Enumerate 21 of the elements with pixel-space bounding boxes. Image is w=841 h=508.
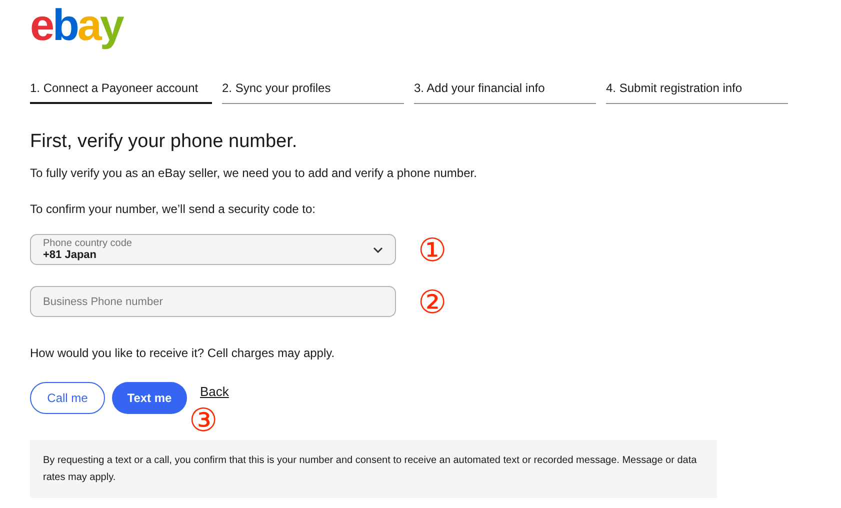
back-link[interactable]: Back xyxy=(200,382,229,402)
step-tab[interactable]: 1. Connect a Payoneer account xyxy=(30,78,212,104)
circled-number-annotation: ③ xyxy=(189,404,218,436)
step-tab[interactable]: 4. Submit registration info xyxy=(606,78,788,104)
confirm-text: To confirm your number, we’ll send a security code to: xyxy=(30,200,316,218)
consent-notice: By requesting a text or a call, you confirm that this is your number and consent to receive an automated text or recorded message. Message or data rates may apply. xyxy=(30,440,717,498)
circled-number-annotation: ② xyxy=(418,286,447,318)
text-button[interactable]: Text me xyxy=(112,382,187,414)
step-tab[interactable]: 2. Sync your profiles xyxy=(222,78,404,104)
field-label: Phone country code xyxy=(43,238,132,249)
receive-text: How would you like to receive it? Cell charges may apply. xyxy=(30,344,336,362)
intro-text: To fully verify you as an eBay seller, we need you to add and verify a phone number. xyxy=(30,164,478,182)
circled-number-annotation: ① xyxy=(418,234,447,266)
logo[interactable]: ebay xyxy=(30,0,126,53)
selected-value: +81 Japan xyxy=(43,250,98,261)
page-heading: First, verify your phone number. xyxy=(30,130,298,154)
call-button[interactable]: Call me xyxy=(30,382,105,414)
country-code-select[interactable]: Phone country code +81 Japan xyxy=(30,234,396,266)
step-tab[interactable]: 3. Add your financial info xyxy=(414,78,596,104)
phone-number-field[interactable]: Business Phone number xyxy=(30,286,396,318)
chevron-down-icon xyxy=(373,246,383,253)
